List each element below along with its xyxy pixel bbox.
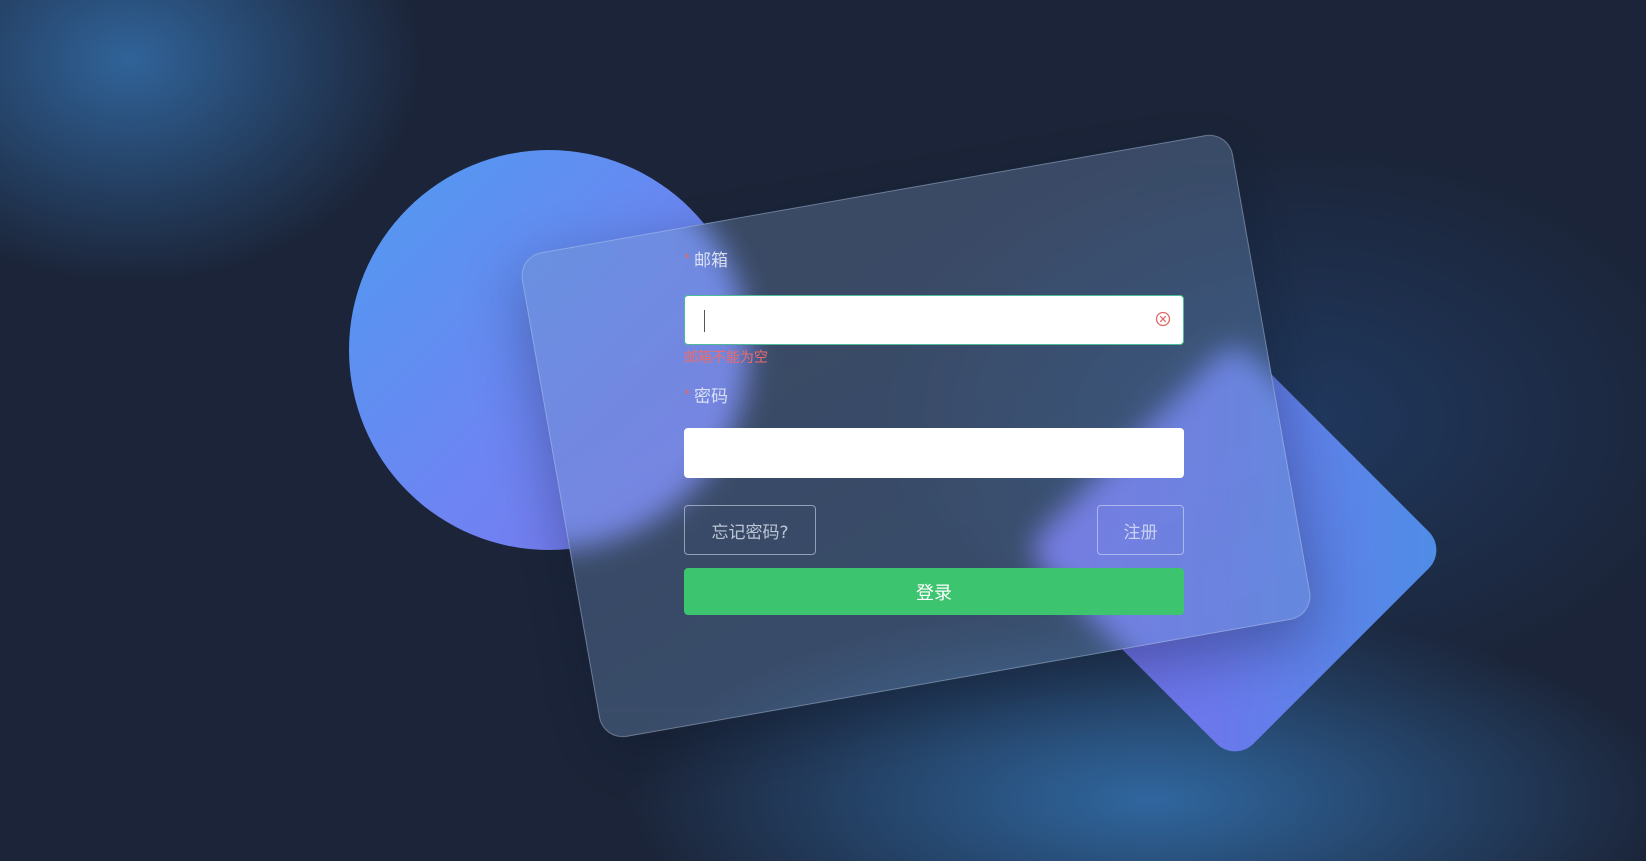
email-label-text: 邮箱 [694,250,728,271]
email-label: * 邮箱 [684,230,1184,286]
login-form: * 邮箱 邮箱不能为空 * 密码 忘记密码? 注册 登录 [684,230,1184,615]
email-input[interactable] [685,296,1183,344]
register-button[interactable]: 注册 [1097,505,1184,555]
forgot-password-button[interactable]: 忘记密码? [684,505,816,555]
circle-x-icon[interactable] [1155,311,1171,327]
password-label: * 密码 [684,369,1184,419]
email-required-mark: * [684,251,690,265]
password-input[interactable] [684,428,1184,478]
email-error-message: 邮箱不能为空 [684,350,768,366]
email-input-wrapper [684,295,1184,345]
text-caret [704,310,705,332]
login-button[interactable]: 登录 [684,568,1184,615]
password-required-mark: * [684,387,690,401]
password-input-wrapper [684,428,1184,478]
password-label-text: 密码 [694,386,728,407]
secondary-actions: 忘记密码? 注册 [684,505,1184,555]
